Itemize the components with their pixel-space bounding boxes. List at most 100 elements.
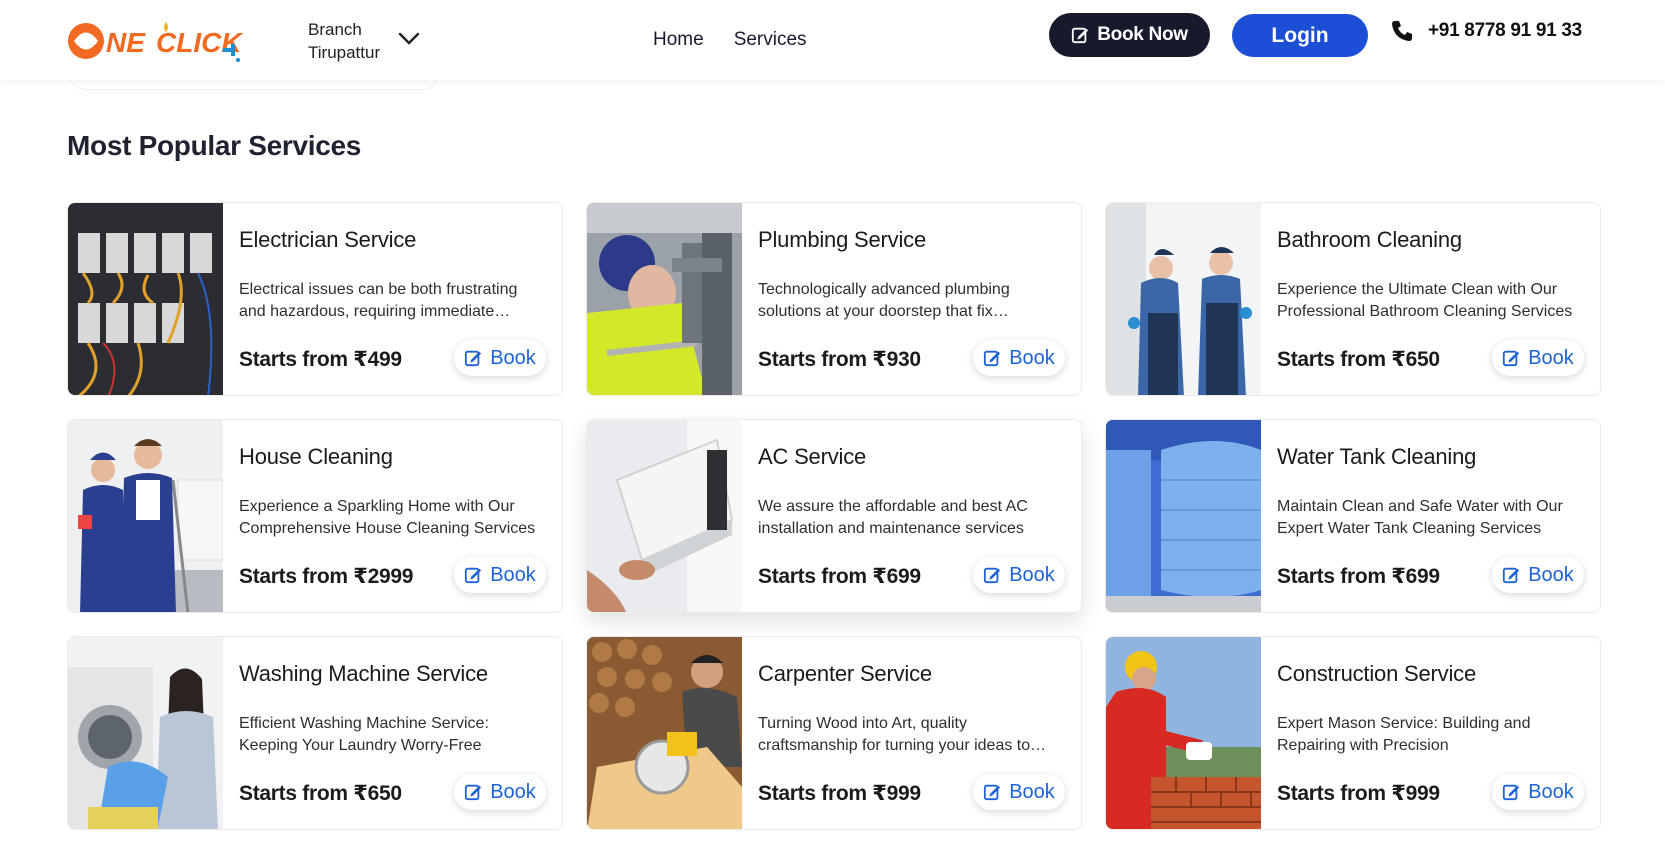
edit-icon	[1503, 784, 1520, 801]
house-cleaners-image	[68, 420, 223, 612]
service-image-house-cleaning	[68, 420, 223, 612]
edit-icon	[1503, 350, 1520, 367]
login-button[interactable]: Login	[1232, 14, 1368, 57]
service-title[interactable]: AC Service	[758, 444, 866, 470]
service-image-construction	[1106, 637, 1261, 829]
service-image-water-tank	[1106, 420, 1261, 612]
book-button[interactable]: Book	[1492, 774, 1584, 810]
nav-services[interactable]: Services	[734, 29, 807, 51]
phone-contact[interactable]: +91 8778 91 91 33	[1390, 19, 1582, 43]
branch-selector[interactable]: Branch Tirupattur	[308, 18, 380, 64]
edit-icon	[465, 567, 482, 584]
service-title[interactable]: Water Tank Cleaning	[1277, 444, 1476, 470]
branch-label: Branch	[308, 20, 362, 39]
svg-text:CLICK: CLICK	[156, 27, 243, 58]
book-now-button[interactable]: Book Now	[1049, 13, 1210, 57]
service-card-plumbing[interactable]: Plumbing Service Technologically advance…	[586, 202, 1082, 396]
service-description: Technologically advanced plumbing soluti…	[758, 281, 1010, 320]
svg-text:NE: NE	[106, 27, 146, 58]
book-label: Book	[1009, 346, 1055, 369]
service-price: Starts from ₹930	[758, 348, 921, 371]
service-price: Starts from ₹999	[758, 782, 921, 805]
service-image-electrician	[68, 203, 223, 395]
book-label: Book	[1009, 563, 1055, 586]
book-label: Book	[490, 780, 536, 803]
service-price: Starts from ₹699	[758, 565, 921, 588]
book-label: Book	[490, 563, 536, 586]
book-now-label: Book Now	[1097, 24, 1188, 45]
service-description: Efficient Washing Machine Service: Keepi…	[239, 715, 489, 754]
service-description: Maintain Clean and Safe Water with Our E…	[1277, 498, 1563, 537]
phone-icon	[1392, 21, 1412, 41]
service-card-electrician[interactable]: Electrician Service Electrical issues ca…	[67, 202, 563, 396]
service-title[interactable]: Washing Machine Service	[239, 661, 488, 687]
book-label: Book	[1528, 346, 1574, 369]
chevron-down-icon[interactable]	[398, 32, 420, 46]
service-card-carpenter[interactable]: Carpenter Service Turning Wood into Art,…	[586, 636, 1082, 830]
book-button[interactable]: Book	[973, 557, 1065, 593]
service-card-water-tank[interactable]: Water Tank Cleaning Maintain Clean and S…	[1105, 419, 1601, 613]
service-price: Starts from ₹2999	[239, 565, 414, 588]
service-description: Turning Wood into Art, quality craftsman…	[758, 715, 1031, 754]
book-label: Book	[1528, 563, 1574, 586]
service-card-house-cleaning[interactable]: House Cleaning Experience a Sparkling Ho…	[67, 419, 563, 613]
edit-icon	[465, 784, 482, 801]
service-price: Starts from ₹699	[1277, 565, 1440, 588]
service-image-washing-machine	[68, 637, 223, 829]
edit-icon	[984, 784, 1001, 801]
service-title[interactable]: Bathroom Cleaning	[1277, 227, 1462, 253]
service-title[interactable]: Carpenter Service	[758, 661, 932, 687]
ac-unit-image	[587, 420, 742, 612]
nav-home[interactable]: Home	[653, 29, 704, 51]
service-description: Expert Mason Service: Building and Repai…	[1277, 715, 1531, 754]
service-description: Electrical issues can be both frustratin…	[239, 281, 518, 320]
service-title[interactable]: Construction Service	[1277, 661, 1476, 687]
book-button[interactable]: Book	[1492, 557, 1584, 593]
site-header: NE CLICK Branch Tirupattur Home Services…	[0, 0, 1665, 80]
phone-number: +91 8778 91 91 33	[1428, 20, 1582, 41]
section-title: Most Popular Services	[67, 130, 362, 161]
edit-icon	[984, 350, 1001, 367]
edit-icon	[984, 567, 1001, 584]
bathroom-cleaners-image	[1106, 203, 1261, 395]
service-price: Starts from ₹499	[239, 348, 402, 371]
washing-machine-image	[68, 637, 223, 829]
service-image-ac	[587, 420, 742, 612]
mason-image	[1106, 637, 1261, 829]
one-click-logo-icon: NE CLICK	[68, 22, 243, 62]
service-image-plumbing	[587, 203, 742, 395]
service-card-washing-machine[interactable]: Washing Machine Service Efficient Washin…	[67, 636, 563, 830]
water-tanks-image	[1106, 420, 1261, 612]
service-price: Starts from ₹650	[1277, 348, 1440, 371]
service-image-carpenter	[587, 637, 742, 829]
service-card-bathroom[interactable]: Bathroom Cleaning Experience the Ultimat…	[1105, 202, 1601, 396]
service-title[interactable]: House Cleaning	[239, 444, 393, 470]
book-button[interactable]: Book	[1492, 340, 1584, 376]
book-button[interactable]: Book	[454, 557, 546, 593]
service-price: Starts from ₹650	[239, 782, 402, 805]
service-image-bathroom	[1106, 203, 1261, 395]
book-button[interactable]: Book	[454, 340, 546, 376]
book-label: Book	[1528, 780, 1574, 803]
book-button[interactable]: Book	[454, 774, 546, 810]
service-card-ac[interactable]: AC Service We assure the affordable and …	[586, 419, 1082, 613]
logo[interactable]: NE CLICK	[66, 18, 246, 64]
electrical-panel-image	[68, 203, 223, 395]
main-nav: Home Services	[653, 29, 807, 51]
book-button[interactable]: Book	[973, 340, 1065, 376]
service-card-construction[interactable]: Construction Service Expert Mason Servic…	[1105, 636, 1601, 830]
edit-icon	[1503, 567, 1520, 584]
plumber-image	[587, 203, 742, 395]
service-title[interactable]: Electrician Service	[239, 227, 416, 253]
edit-icon	[465, 350, 482, 367]
book-button[interactable]: Book	[973, 774, 1065, 810]
service-description: Experience a Sparkling Home with Our Com…	[239, 498, 536, 537]
service-description: Experience the Ultimate Clean with Our P…	[1277, 281, 1573, 320]
book-label: Book	[490, 346, 536, 369]
branch-value: Tirupattur	[308, 43, 381, 62]
carpenter-image	[587, 637, 742, 829]
service-title[interactable]: Plumbing Service	[758, 227, 926, 253]
service-price: Starts from ₹999	[1277, 782, 1440, 805]
login-label: Login	[1271, 23, 1329, 47]
service-description: We assure the affordable and best AC ins…	[758, 498, 1028, 537]
